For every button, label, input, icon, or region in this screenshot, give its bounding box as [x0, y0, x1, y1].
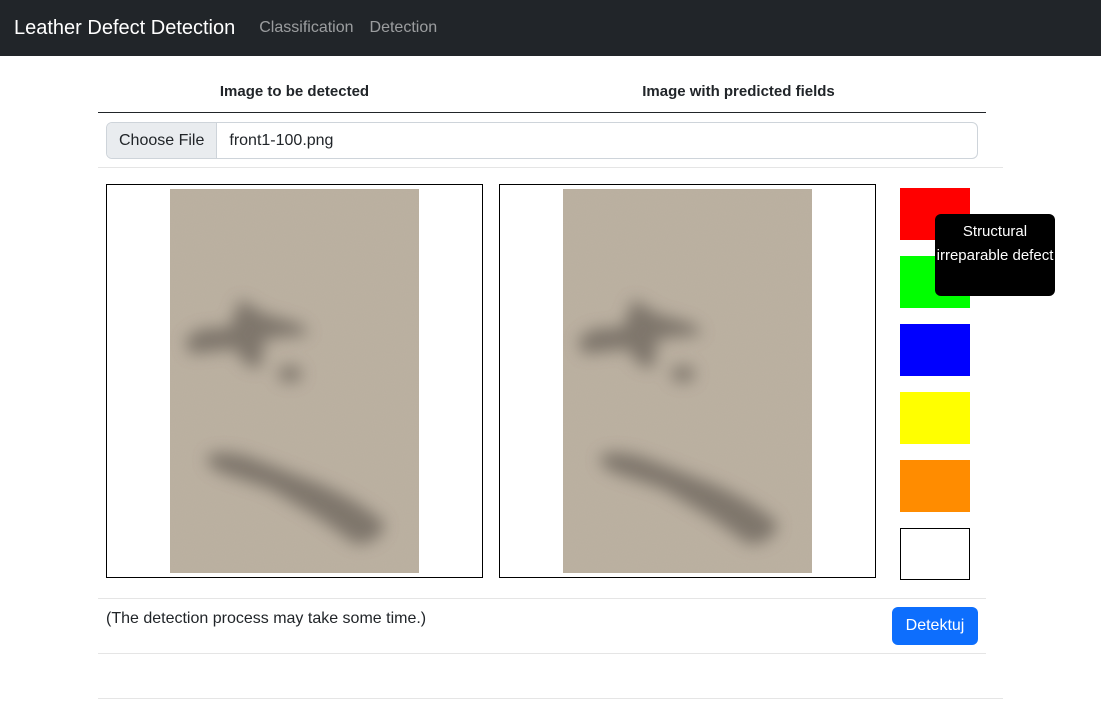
predicted-leather-image	[563, 189, 812, 573]
legend-swatch-orange[interactable]	[900, 460, 970, 512]
legend-swatch-yellow[interactable]	[900, 392, 970, 444]
divider	[98, 653, 986, 654]
input-leather-image	[170, 189, 419, 573]
brand[interactable]: Leather Defect Detection	[14, 17, 235, 40]
header-divider	[98, 112, 986, 113]
divider	[98, 167, 1003, 168]
legend-swatch-blue[interactable]	[900, 324, 970, 376]
legend-swatch-white[interactable]	[900, 528, 970, 580]
divider	[98, 598, 986, 599]
detection-note: (The detection process may take some tim…	[106, 610, 427, 627]
nav-link-detection[interactable]: Detection	[370, 19, 438, 37]
input-image-frame	[106, 184, 483, 578]
predicted-image-frame	[499, 184, 876, 578]
choose-file-button[interactable]: Choose File	[107, 123, 218, 158]
detect-button[interactable]: Detektuj	[892, 607, 978, 645]
nav-link-classification[interactable]: Classification	[259, 19, 353, 37]
header-predicted-image: Image with predicted fields	[642, 83, 835, 100]
divider	[98, 698, 1003, 699]
file-name: front1-100.png	[229, 131, 334, 149]
navbar: Leather Defect Detection Classification …	[0, 0, 1101, 56]
file-input[interactable]: Choose File front1-100.png	[106, 122, 978, 159]
legend-tooltip: Structural irreparable defect	[935, 214, 1055, 296]
header-input-image: Image to be detected	[219, 83, 370, 100]
